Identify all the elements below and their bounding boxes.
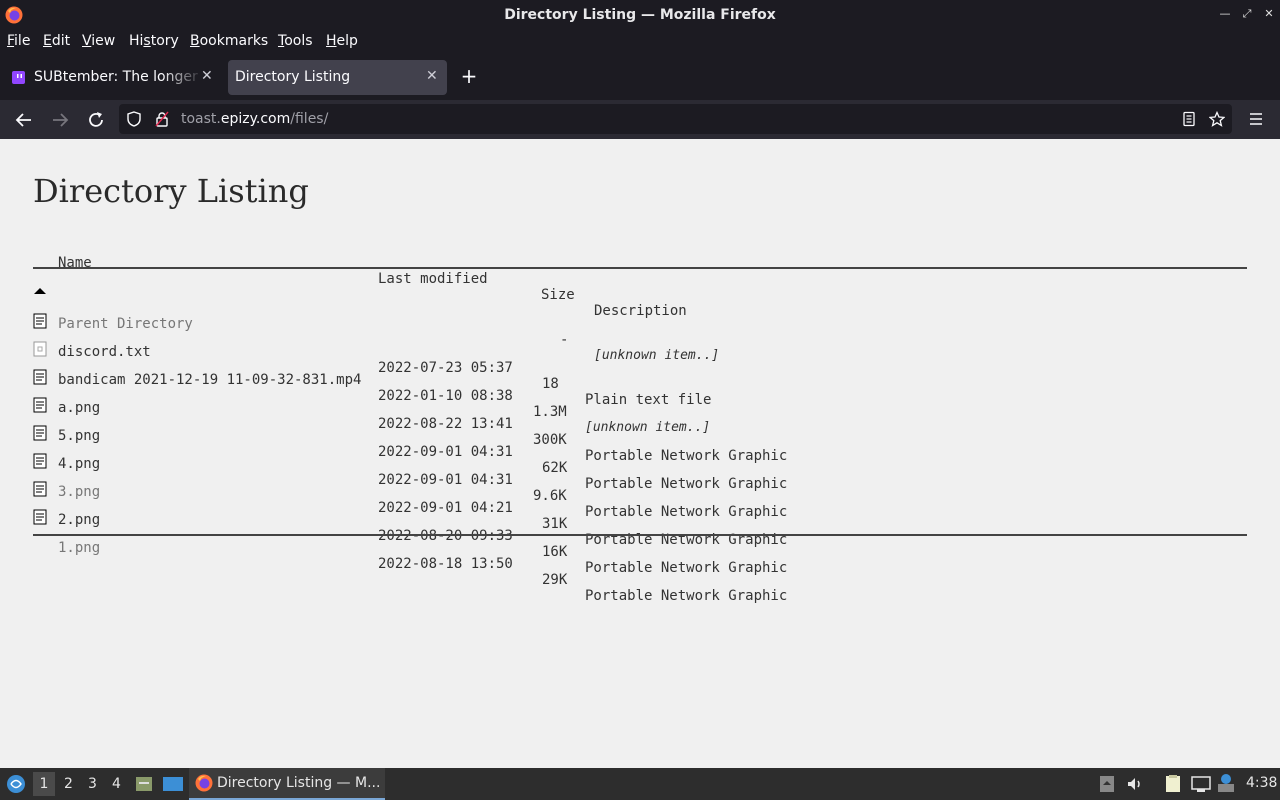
text-file-icon	[33, 425, 47, 441]
workspace-2[interactable]: 2	[64, 776, 73, 792]
menu-bookmarks[interactable]: Bookmarks	[190, 33, 268, 49]
workspace-3[interactable]: 3	[88, 776, 97, 792]
shield-icon[interactable]	[126, 111, 142, 127]
page-title: Directory Listing	[33, 172, 309, 210]
menu-tools[interactable]: Tools	[278, 33, 313, 49]
parent-directory-icon	[34, 288, 46, 294]
table-row: discord.txt 2022-07-23 05:37 18 Plain te…	[33, 312, 1247, 408]
file-link[interactable]: 1.png	[58, 540, 100, 556]
file-modified: 2022-08-18 13:50	[378, 556, 513, 572]
text-file-icon	[33, 509, 47, 525]
text-file-icon	[33, 313, 47, 329]
url-bar[interactable]: toast.epizy.com/files/	[119, 104, 1232, 134]
table-row: 2.png 2022-08-20 09:33 16K Portable Netw…	[33, 480, 1247, 576]
file-description: Portable Network Graphic	[585, 588, 788, 604]
close-tab-icon[interactable]: ✕	[201, 68, 213, 84]
reload-icon[interactable]	[85, 109, 107, 131]
firefox-icon	[195, 774, 213, 792]
tab-strip: SUBtember: The longer the stream ✕ Direc…	[0, 54, 1280, 100]
tab-label: Directory Listing	[235, 69, 351, 85]
file-modified: 2022-08-20 09:33	[378, 528, 513, 544]
forward-arrow-icon[interactable]	[49, 109, 71, 131]
reader-view-icon[interactable]	[1181, 111, 1197, 127]
file-size: 29K	[542, 572, 568, 588]
menu-history[interactable]: History	[129, 33, 179, 49]
text-file-icon	[33, 397, 47, 413]
file-manager-icon[interactable]	[134, 774, 154, 794]
notes-icon[interactable]	[1163, 774, 1183, 794]
listing-header: Name Last modified Size Description	[33, 239, 1247, 319]
hamburger-menu-icon[interactable]	[1248, 111, 1264, 127]
table-row: Parent Directory - [unknown item..]	[33, 284, 1247, 363]
page-content: Directory Listing Name Last modified Siz…	[0, 139, 1280, 768]
menu-help[interactable]: Help	[326, 33, 358, 49]
tab-directory-listing[interactable]: Directory Listing ✕	[228, 60, 447, 95]
text-file-icon	[33, 481, 47, 497]
network-icon[interactable]	[1190, 774, 1212, 794]
divider-top	[33, 267, 1247, 269]
close-tab-icon[interactable]: ✕	[426, 68, 438, 84]
volume-icon[interactable]	[1126, 775, 1144, 793]
table-row: 4.png 2022-09-01 04:31 9.6K Portable Net…	[33, 424, 1247, 520]
close-window-button[interactable]: ✕	[1262, 7, 1276, 21]
file-size: 16K	[542, 544, 568, 560]
menu-edit[interactable]: Edit	[43, 33, 70, 49]
menu-view[interactable]: View	[82, 33, 115, 49]
window-title: Directory Listing — Mozilla Firefox	[504, 7, 776, 23]
clipboard-icon[interactable]	[1099, 775, 1115, 793]
file-description: Portable Network Graphic	[585, 560, 788, 576]
minimize-button[interactable]: —	[1218, 7, 1232, 21]
table-row: a.png 2022-08-22 13:41 300K Portable Net…	[33, 368, 1247, 464]
new-tab-button[interactable]: +	[459, 64, 479, 88]
tab-label: SUBtember: The longer the stream	[34, 69, 204, 85]
table-row: 1.png 2022-08-18 13:50 29K Portable Netw…	[33, 508, 1247, 604]
clock[interactable]: 4:38	[1246, 775, 1277, 791]
taskbar-firefox-window[interactable]: Directory Listing — M...	[189, 768, 385, 800]
generic-file-icon	[33, 341, 47, 357]
table-row: bandicam 2021-12-19 11-09-32-831.mp4 202…	[33, 340, 1247, 435]
taskbar-task-label: Directory Listing — M...	[217, 775, 381, 791]
window-titlebar: Directory Listing — Mozilla Firefox — ⤢ …	[0, 0, 1280, 30]
table-row: 5.png 2022-09-01 04:31 62K Portable Netw…	[33, 396, 1247, 492]
bookmark-star-icon[interactable]	[1209, 111, 1225, 127]
url-text[interactable]: toast.epizy.com/files/	[181, 111, 328, 127]
show-desktop-icon[interactable]	[162, 774, 184, 794]
update-notifier-icon[interactable]	[1216, 772, 1236, 794]
divider-bottom	[33, 534, 1247, 536]
workspace-1[interactable]: 1	[33, 772, 55, 796]
workspace-4[interactable]: 4	[112, 776, 121, 792]
start-menu-icon[interactable]	[6, 774, 26, 794]
menubar: File Edit View History Bookmarks Tools H…	[0, 30, 1280, 54]
lock-icon[interactable]	[154, 111, 170, 127]
menu-file[interactable]: File	[7, 33, 30, 49]
text-file-icon	[33, 453, 47, 469]
text-file-icon	[33, 369, 47, 385]
table-row: 3.png 2022-09-01 04:21 31K Portable Netw…	[33, 452, 1247, 548]
tab-subtember[interactable]: SUBtember: The longer the stream ✕	[2, 60, 220, 95]
back-arrow-icon[interactable]	[13, 109, 35, 131]
maximize-button[interactable]: ⤢	[1240, 7, 1254, 21]
twitch-icon	[12, 71, 25, 84]
taskbar: 1 2 3 4 Directory Listing — M... 4:38	[0, 768, 1280, 800]
